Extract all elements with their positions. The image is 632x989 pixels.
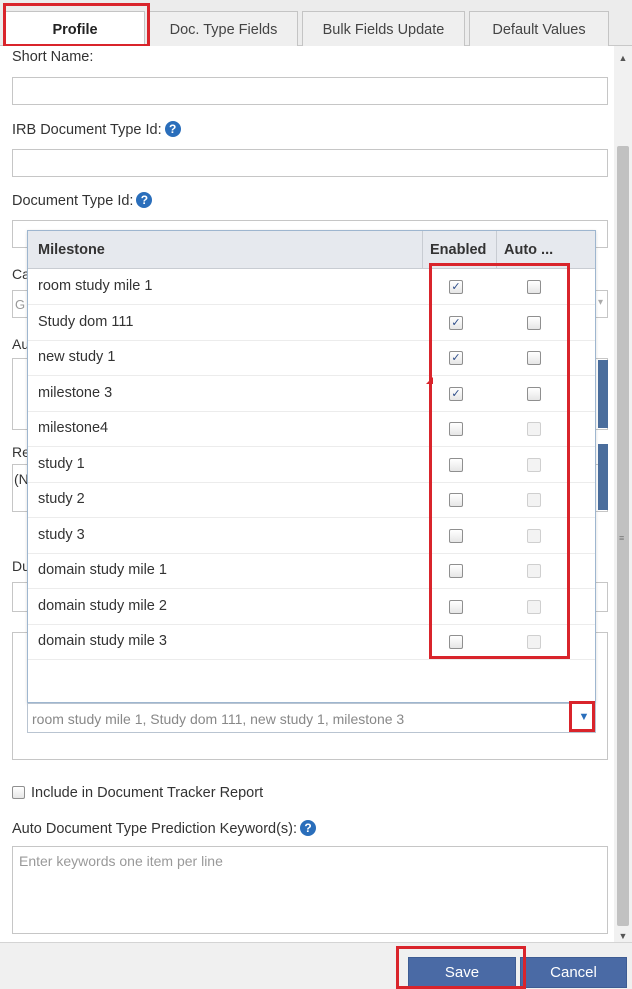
milestone-name: study 1 <box>38 455 85 472</box>
enabled-checkbox[interactable]: ✓ <box>449 351 463 365</box>
milestone-row[interactable]: milestone4 <box>28 411 595 447</box>
milestone-name: study 2 <box>38 491 85 507</box>
tab-doc-type-fields[interactable]: Doc. Type Fields <box>149 11 298 47</box>
category-select-text: G <box>15 297 26 312</box>
milestone-combo-value: room study mile 1, Study dom 111, new st… <box>32 711 405 727</box>
auto-checkbox[interactable] <box>527 386 541 401</box>
enabled-checkbox[interactable] <box>449 457 463 472</box>
irb-label-text: IRB Document Type Id: <box>12 122 162 138</box>
milestone-name: milestone4 <box>38 420 109 436</box>
milestone-row[interactable]: milestone 3 ✓ <box>28 376 595 412</box>
tab-profile[interactable]: Profile <box>5 11 145 47</box>
enabled-checkbox[interactable]: ✓ <box>449 315 463 330</box>
cancel-button[interactable]: Cancel <box>520 957 627 988</box>
include-tracker-checkbox[interactable] <box>12 786 25 799</box>
auto-checkbox <box>527 457 541 472</box>
doc-type-label-text: Document Type Id: <box>12 193 134 209</box>
milestone-row[interactable]: new study 1 ✓ <box>28 340 595 376</box>
milestone-row[interactable]: study 1 <box>28 447 595 483</box>
auto-checkbox[interactable] <box>527 315 541 330</box>
include-tracker-label: Include in Document Tracker Report <box>31 785 264 801</box>
auto-checkbox[interactable] <box>527 280 541 294</box>
milestone-combo[interactable]: room study mile 1, Study dom 111, new st… <box>27 703 596 733</box>
milestone-grid-header: Milestone Enabled Auto ... <box>28 231 595 269</box>
irb-document-type-id-label: IRB Document Type Id:? <box>12 121 181 138</box>
milestone-column-header[interactable]: Milestone <box>38 242 105 258</box>
milestone-row[interactable]: domain study mile 1 <box>28 553 595 589</box>
enabled-column-header[interactable]: Enabled <box>430 242 486 258</box>
milestone-name: new study 1 <box>38 349 116 365</box>
enabled-checkbox[interactable] <box>449 528 463 543</box>
scroll-up-icon[interactable]: ▲ <box>614 50 632 66</box>
enabled-checkbox[interactable] <box>449 564 463 578</box>
milestone-name: domain study mile 3 <box>38 633 167 649</box>
dirty-marker <box>426 377 433 384</box>
auto-checkbox <box>527 528 541 543</box>
help-icon[interactable]: ? <box>136 192 153 208</box>
auto-checkbox[interactable] <box>527 351 541 365</box>
enabled-checkbox[interactable] <box>449 635 463 649</box>
milestone-row[interactable]: domain study mile 2 <box>28 589 595 625</box>
auto-checkbox <box>527 493 541 507</box>
milestone-name: milestone 3 <box>38 384 113 401</box>
auto-checkbox <box>527 599 541 614</box>
milestone-name: study 3 <box>38 526 85 543</box>
chevron-down-icon[interactable]: ▼ <box>574 705 594 731</box>
auto-checkbox <box>527 422 541 436</box>
milestone-row[interactable]: Study dom 111 ✓ <box>28 305 595 341</box>
save-button[interactable]: Save <box>408 957 516 988</box>
profile-form: Short Name: IRB Document Type Id:? Docum… <box>0 46 614 942</box>
auto-checkbox <box>527 564 541 578</box>
enabled-checkbox[interactable] <box>449 599 463 614</box>
vertical-scrollbar[interactable]: ▲ ≡ ▼ <box>614 46 632 942</box>
milestone-name: domain study mile 1 <box>38 562 167 578</box>
help-icon[interactable]: ? <box>164 121 181 137</box>
keywords-textarea[interactable] <box>12 846 608 934</box>
milestone-name: Study dom 111 <box>38 313 134 330</box>
milestone-row[interactable]: domain study mile 3 <box>28 624 595 660</box>
tab-default-values[interactable]: Default Values <box>469 11 609 47</box>
auto-checkbox <box>527 635 541 649</box>
irb-document-type-id-input[interactable] <box>12 149 608 177</box>
enabled-checkbox[interactable]: ✓ <box>449 280 463 294</box>
keywords-label: Auto Document Type Prediction Keyword(s)… <box>12 820 317 837</box>
document-type-id-label: Document Type Id:? <box>12 192 153 209</box>
re-field-button[interactable] <box>598 444 608 510</box>
milestone-row[interactable]: study 2 <box>28 482 595 518</box>
milestone-name: domain study mile 2 <box>38 597 167 614</box>
tab-bulk-fields-update[interactable]: Bulk Fields Update <box>302 11 465 47</box>
include-tracker-row[interactable]: Include in Document Tracker Report <box>12 785 263 801</box>
enabled-checkbox[interactable] <box>449 493 463 507</box>
short-name-input[interactable] <box>12 77 608 105</box>
scrollbar-grip-icon: ≡ <box>619 533 625 543</box>
dialog-footer: Save Cancel <box>0 942 632 989</box>
milestone-dropdown-panel: Milestone Enabled Auto ... room study mi… <box>27 230 596 703</box>
milestone-name: room study mile 1 <box>38 278 153 294</box>
help-icon[interactable]: ? <box>300 820 317 836</box>
short-name-label: Short Name: <box>12 49 94 65</box>
tab-bar: Profile Doc. Type Fields Bulk Fields Upd… <box>0 0 632 47</box>
chevron-down-icon: ▾ <box>597 297 603 308</box>
enabled-checkbox[interactable]: ✓ <box>449 386 463 401</box>
keywords-label-text: Auto Document Type Prediction Keyword(s)… <box>12 821 298 837</box>
enabled-checkbox[interactable] <box>449 422 463 436</box>
auto-column-header[interactable]: Auto ... <box>504 242 553 258</box>
milestone-row[interactable]: study 3 <box>28 518 595 554</box>
milestone-row[interactable]: room study mile 1 ✓ <box>28 269 595 305</box>
au-field-button[interactable] <box>598 360 608 428</box>
